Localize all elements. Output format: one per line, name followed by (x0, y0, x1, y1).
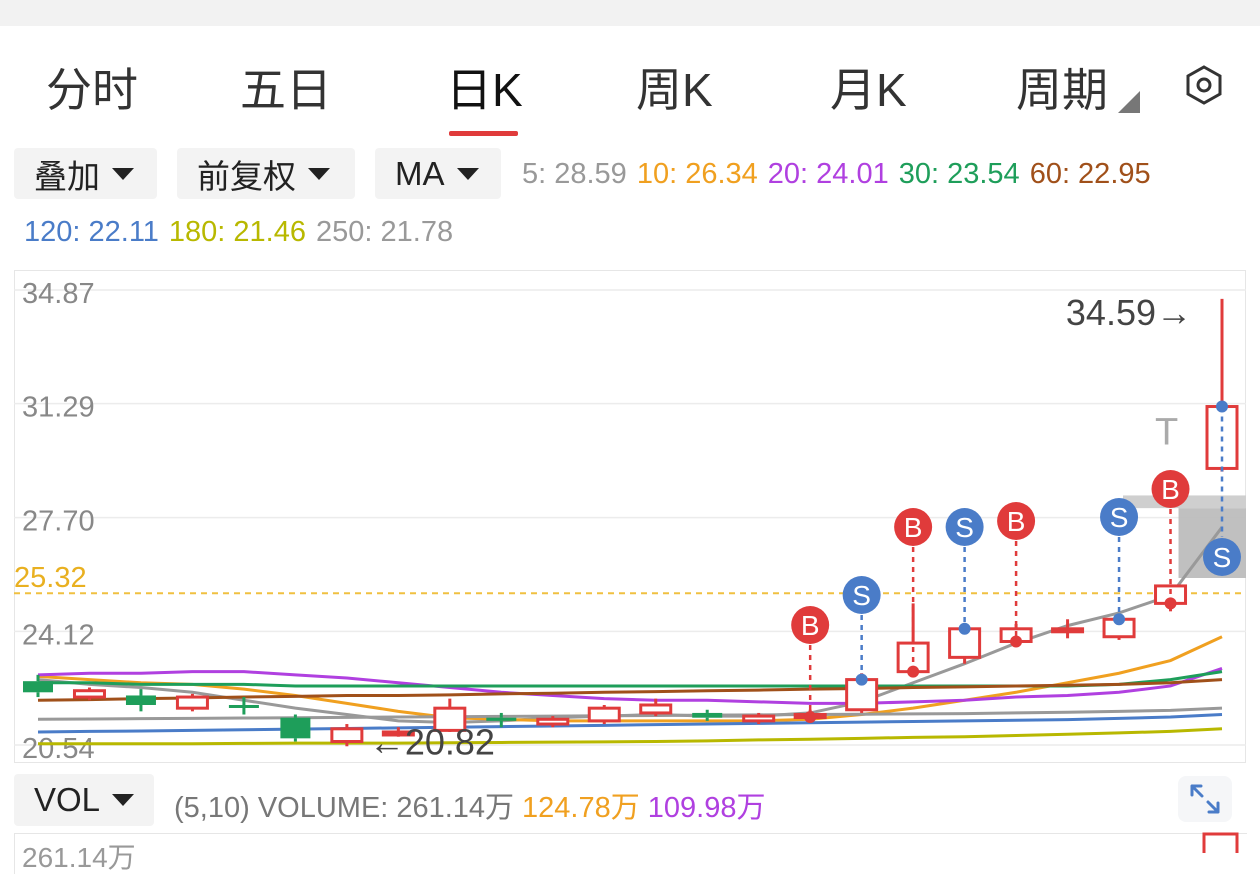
volume-value: 261.14万 (396, 792, 515, 824)
signal-label: S (1110, 502, 1129, 533)
annotation-t: T (1155, 412, 1178, 454)
candle-body (536, 717, 570, 726)
candle-body (639, 703, 673, 715)
signal-dot (1216, 400, 1228, 413)
candle-body (228, 704, 259, 708)
candle-body (742, 714, 776, 723)
y-axis-label: 34.87 (22, 278, 95, 310)
candle-body (587, 706, 621, 723)
volume-indicator-dropdown[interactable]: VOL (14, 774, 154, 826)
candle-body (175, 695, 209, 710)
signal-dot (907, 665, 920, 678)
min-price-label: ←20.82 (369, 721, 495, 762)
signal-label: S (852, 580, 871, 611)
candle-body (72, 689, 106, 699)
signal-label: B (801, 610, 820, 641)
candle-body (692, 712, 723, 718)
volume-chart-frame (14, 833, 1247, 874)
volume-dropdown-label: VOL (34, 781, 101, 818)
signal-label: B (1161, 474, 1180, 505)
candle-body (280, 717, 311, 739)
max-price-label: 34.59→ (1066, 292, 1192, 333)
candle-body (125, 695, 156, 705)
caret-down-icon (112, 794, 135, 806)
volume-axis-label: 261.14万 (22, 842, 136, 873)
signal-dot (1113, 613, 1126, 626)
y-axis-label: 20.54 (22, 733, 95, 765)
candle-body (23, 681, 53, 693)
y-axis-label: 31.29 (22, 392, 95, 424)
volume-ma5: 124.78万 (522, 792, 640, 824)
candle-body (330, 727, 364, 744)
volume-params: (5,10) VOLUME: (174, 792, 389, 824)
signal-label: S (955, 512, 974, 543)
ma-line-30 (38, 670, 1223, 688)
expand-chart-button[interactable] (1178, 776, 1232, 822)
reference-line-label: 25.32 (14, 562, 87, 594)
signal-dot (1164, 597, 1177, 610)
signal-dot (958, 622, 971, 635)
kline-chart[interactable]: 34.87 31.29 27.70 24.12 20.54 25.32 T 34.59→ ←20… (0, 0, 1260, 770)
candle-body (1051, 627, 1085, 634)
volume-legend: (5,10) VOLUME: 261.14万 124.78万 109.98万 (174, 784, 773, 826)
signal-label: B (1007, 506, 1026, 537)
signal-label: S (1213, 542, 1232, 573)
ma-line-10 (37, 635, 1223, 723)
ma-line-250 (37, 706, 1223, 721)
y-axis-label: 24.12 (22, 619, 95, 651)
signal-dot (804, 711, 817, 724)
y-axis-label: 27.70 (22, 506, 95, 538)
expand-arrows-icon (1190, 784, 1220, 814)
signal-dot (1010, 635, 1023, 648)
signal-dot (855, 673, 868, 686)
volume-ma10: 109.98万 (647, 792, 766, 824)
signal-label: B (904, 512, 923, 543)
